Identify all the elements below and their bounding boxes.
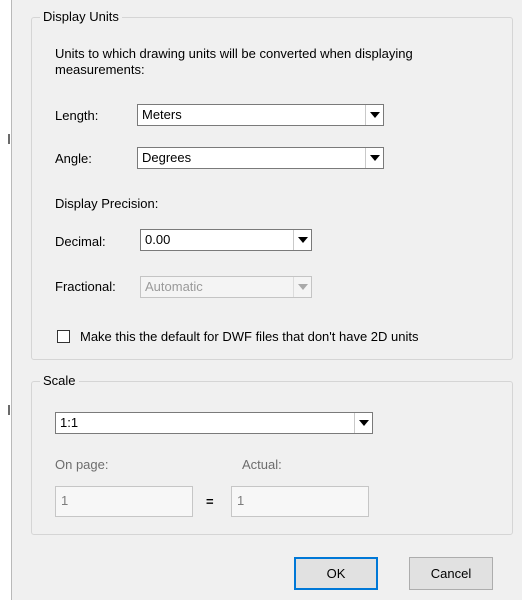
cancel-button[interactable]: Cancel	[409, 557, 493, 590]
length-label: Length:	[55, 108, 99, 123]
fractional-select: Automatic	[140, 276, 312, 298]
decimal-select[interactable]: 0.00	[140, 229, 312, 251]
angle-dropdown-button[interactable]	[365, 148, 383, 168]
on-page-field: 1	[55, 486, 193, 517]
decimal-dropdown-button[interactable]	[293, 230, 311, 250]
resize-grip-mark	[8, 405, 10, 415]
window-left-edge	[0, 0, 12, 600]
fractional-dropdown-button	[293, 277, 311, 297]
resize-grip-mark	[8, 134, 10, 144]
default-units-checkbox[interactable]	[57, 330, 70, 343]
actual-label: Actual:	[242, 457, 282, 472]
scale-select-value: 1:1	[60, 415, 79, 430]
decimal-select-value: 0.00	[145, 232, 171, 247]
chevron-down-icon	[359, 420, 369, 426]
fractional-select-value: Automatic	[145, 279, 203, 294]
length-select[interactable]: Meters	[137, 104, 384, 126]
angle-select[interactable]: Degrees	[137, 147, 384, 169]
chevron-down-icon	[370, 155, 380, 161]
on-page-value: 1	[61, 493, 69, 508]
fractional-label: Fractional:	[55, 279, 116, 294]
on-page-label: On page:	[55, 457, 109, 472]
display-precision-heading: Display Precision:	[55, 196, 159, 211]
length-select-value: Meters	[142, 107, 182, 122]
angle-label: Angle:	[55, 151, 92, 166]
actual-field: 1	[231, 486, 369, 517]
scale-legend: Scale	[40, 373, 79, 389]
scale-select[interactable]: 1:1	[55, 412, 373, 434]
chevron-down-icon	[370, 112, 380, 118]
length-dropdown-button[interactable]	[365, 105, 383, 125]
default-units-checkbox-label[interactable]: Make this the default for DWF files that…	[80, 329, 418, 345]
chevron-down-icon	[298, 284, 308, 290]
ok-button[interactable]: OK	[294, 557, 378, 590]
display-units-description: Units to which drawing units will be con…	[55, 46, 413, 77]
scale-dropdown-button[interactable]	[354, 413, 372, 433]
chevron-down-icon	[298, 237, 308, 243]
decimal-label: Decimal:	[55, 234, 106, 249]
equals-sign: =	[206, 494, 214, 509]
angle-select-value: Degrees	[142, 150, 192, 165]
display-units-legend: Display Units	[40, 9, 122, 25]
actual-value: 1	[237, 493, 245, 508]
